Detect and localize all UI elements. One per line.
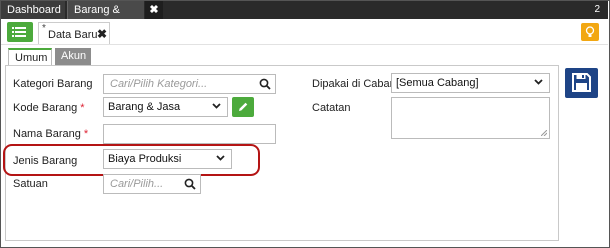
catatan-label: Catatan [312,102,351,114]
kategori-input[interactable]: Cari/Pilih Kategori... [103,74,276,94]
save-button[interactable] [565,68,598,98]
edit-kode-button[interactable] [232,97,254,117]
modified-mark: * [42,23,46,34]
jenis-highlight-annotation [3,144,260,176]
chevron-down-icon [212,103,221,109]
doc-tab-data-baru[interactable]: * Data Baru ✖ [38,22,110,44]
lightbulb-icon[interactable] [581,23,599,41]
search-icon[interactable] [259,78,271,90]
close-tab-icon[interactable]: ✖ [145,1,163,19]
tab-umum[interactable]: Umum [8,48,52,66]
list-menu-icon[interactable] [7,22,33,42]
kode-label: Kode Barang * [13,102,85,114]
catatan-textarea[interactable] [391,97,550,139]
kode-select[interactable]: Barang & Jasa [103,97,228,117]
tab-dashboard[interactable]: Dashboard [1,1,65,19]
dipakai-value: [Semua Cabang] [396,77,479,89]
save-icon [572,73,591,92]
satuan-placeholder: Cari/Pilih... [110,178,164,190]
dipakai-select[interactable]: [Semua Cabang] [391,73,550,93]
resize-grip-icon[interactable] [541,130,547,136]
tab-barang-jasa[interactable]: Barang & Jasa [67,1,144,34]
dipakai-label: Dipakai di Cabang [312,78,402,90]
close-icon[interactable]: ✖ [97,27,107,41]
search-icon[interactable] [184,178,196,190]
kategori-placeholder: Cari/Pilih Kategori... [110,78,208,90]
pencil-icon [239,102,248,111]
nama-input[interactable] [103,124,276,144]
kategori-label: Kategori Barang [13,78,93,90]
tab-count: 2 [594,4,600,15]
doc-tab-label: Data Baru [48,29,98,41]
chevron-down-icon [534,79,543,85]
satuan-input[interactable]: Cari/Pilih... [103,174,201,194]
nama-label: Nama Barang * [13,128,89,140]
top-tab-bar: Dashboard Barang & Jasa ✖ 2 [1,1,608,34]
document-bar: * Data Baru ✖ [1,19,608,45]
satuan-label: Satuan [13,178,48,190]
kode-value: Barang & Jasa [108,101,181,113]
tab-akun[interactable]: Akun [55,48,91,66]
